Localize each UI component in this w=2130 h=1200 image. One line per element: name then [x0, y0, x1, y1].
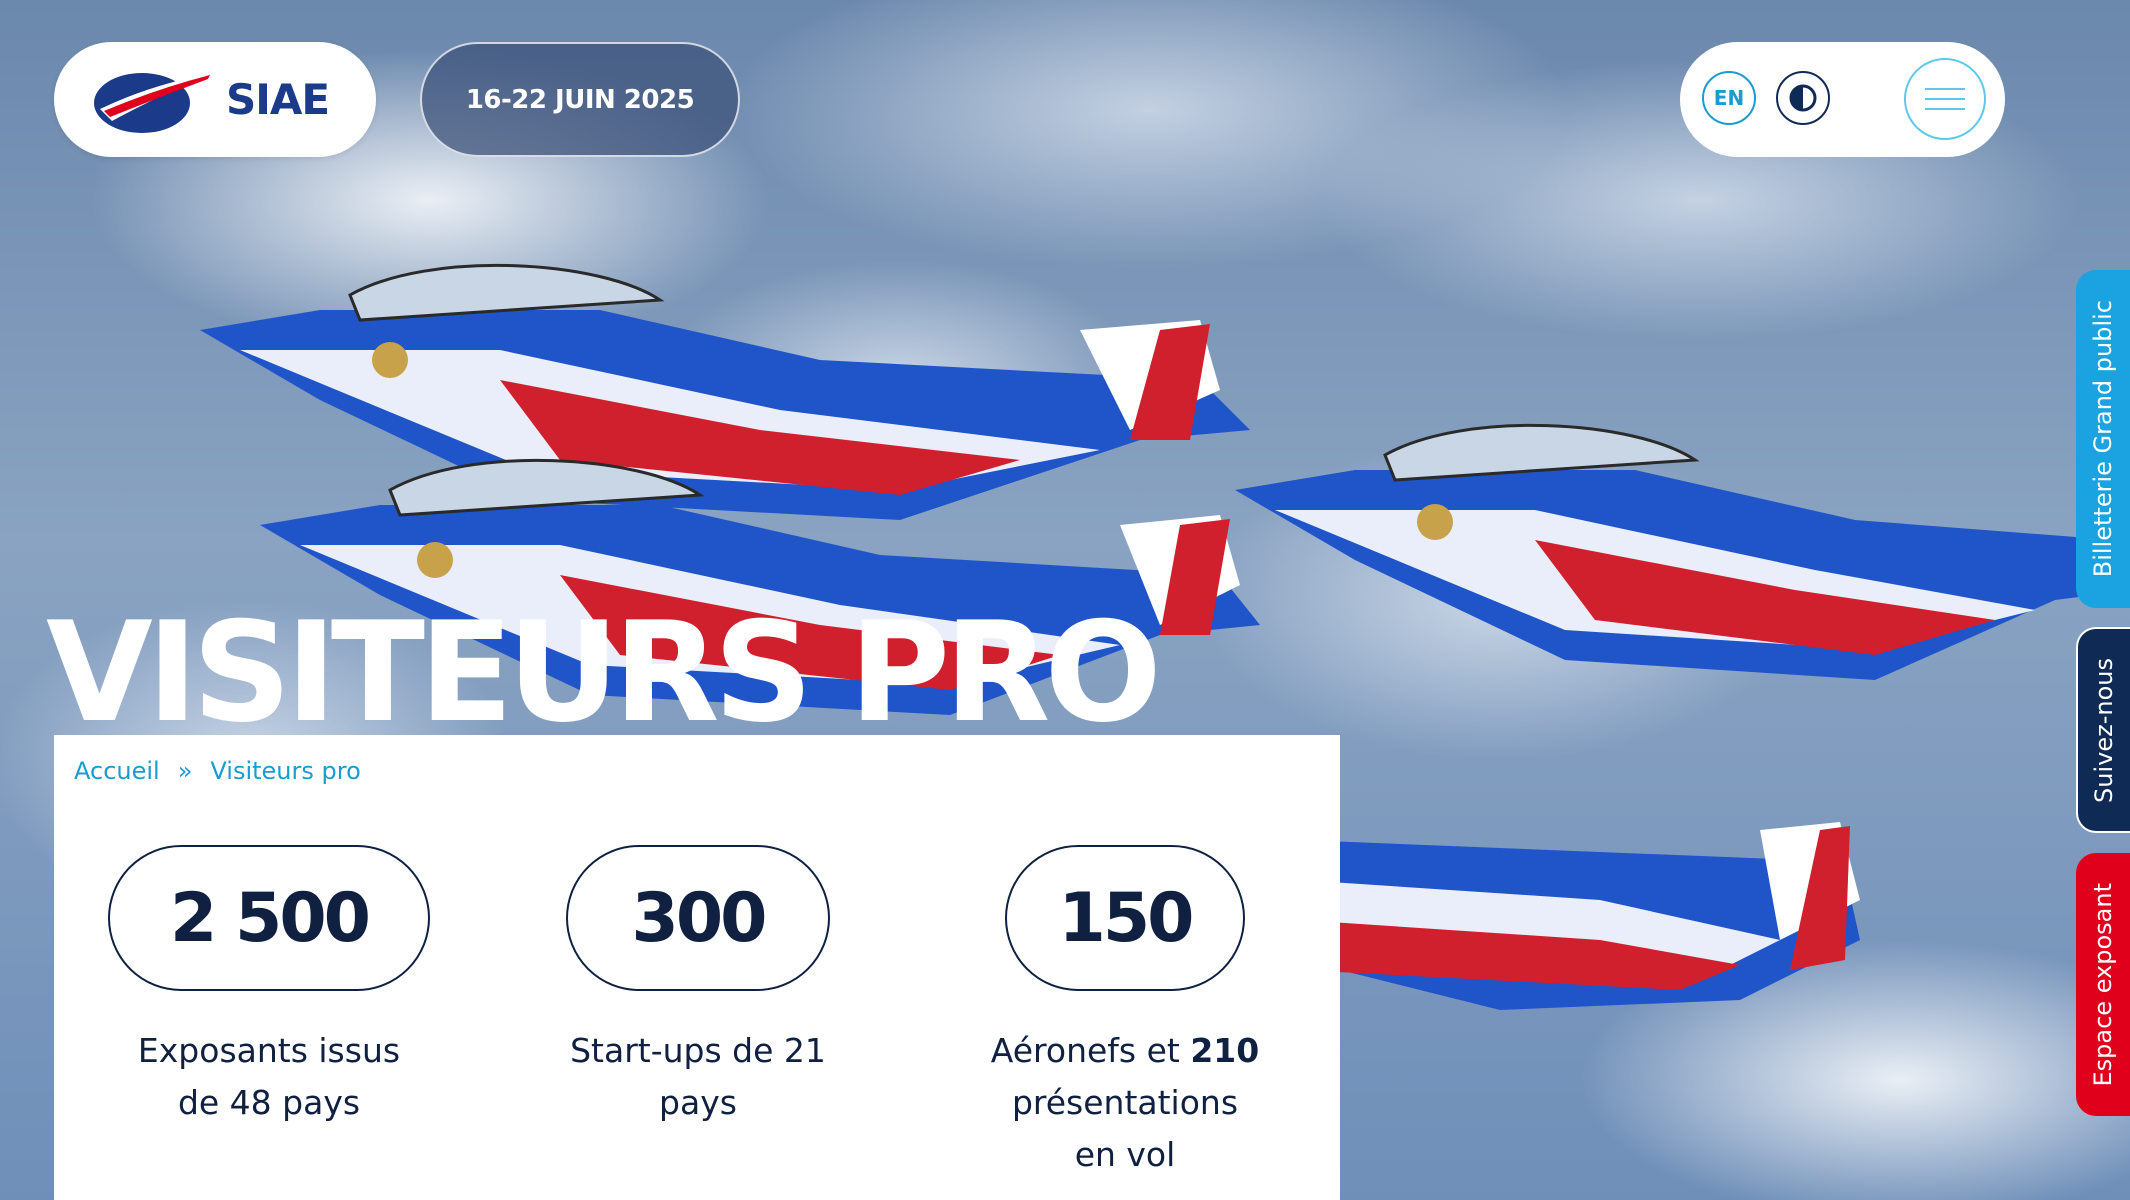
logo-home-link[interactable]: SIAE [54, 42, 376, 157]
tab-label: Suivez-nous [2090, 657, 2118, 803]
language-switch-button[interactable]: EN [1702, 71, 1756, 125]
stat-exposants: 2 500 Exposants issus de 48 pays [108, 845, 430, 1129]
event-date-badge: 16-22 JUIN 2025 [420, 42, 740, 157]
stat-description: Aéronefs et 210 présentations en vol [990, 1031, 1260, 1174]
stat-value: 300 [566, 845, 830, 991]
tab-label: Espace exposant [2089, 882, 2117, 1087]
stat-aeronefs: 150 Aéronefs et 210 présentations en vol [944, 845, 1306, 1181]
breadcrumb-separator: » [177, 757, 193, 785]
stats-card: Accueil » Visiteurs pro 2 500 Exposants … [54, 735, 1340, 1200]
tab-suivez-nous[interactable]: Suivez-nous [2076, 627, 2130, 833]
menu-button[interactable] [1904, 58, 1986, 140]
siae-logo-icon [94, 72, 212, 133]
page-title: VISITEURS PRO [46, 598, 1156, 736]
header-controls: EN [1680, 42, 2005, 157]
stat-startups: 300 Start-ups de 21 pays [566, 845, 830, 1129]
stat-description: Exposants issus de 48 pays [137, 1031, 401, 1122]
tab-espace-exposant[interactable]: Espace exposant [2076, 853, 2130, 1116]
breadcrumb-home-link[interactable]: Accueil [74, 757, 160, 785]
stat-value: 2 500 [108, 845, 430, 991]
tab-billetterie-grand-public[interactable]: Billetterie Grand public [2076, 270, 2130, 608]
contrast-icon [1789, 84, 1817, 112]
breadcrumb-current[interactable]: Visiteurs pro [210, 757, 360, 785]
contrast-toggle-button[interactable] [1776, 71, 1830, 125]
stat-description: Start-ups de 21 pays [570, 1031, 826, 1122]
hamburger-menu-icon [1925, 88, 1965, 110]
stat-value: 150 [1005, 845, 1245, 991]
logo-text: SIAE [226, 75, 330, 124]
breadcrumb: Accueil » Visiteurs pro [74, 757, 361, 785]
tab-label: Billetterie Grand public [2089, 300, 2117, 578]
